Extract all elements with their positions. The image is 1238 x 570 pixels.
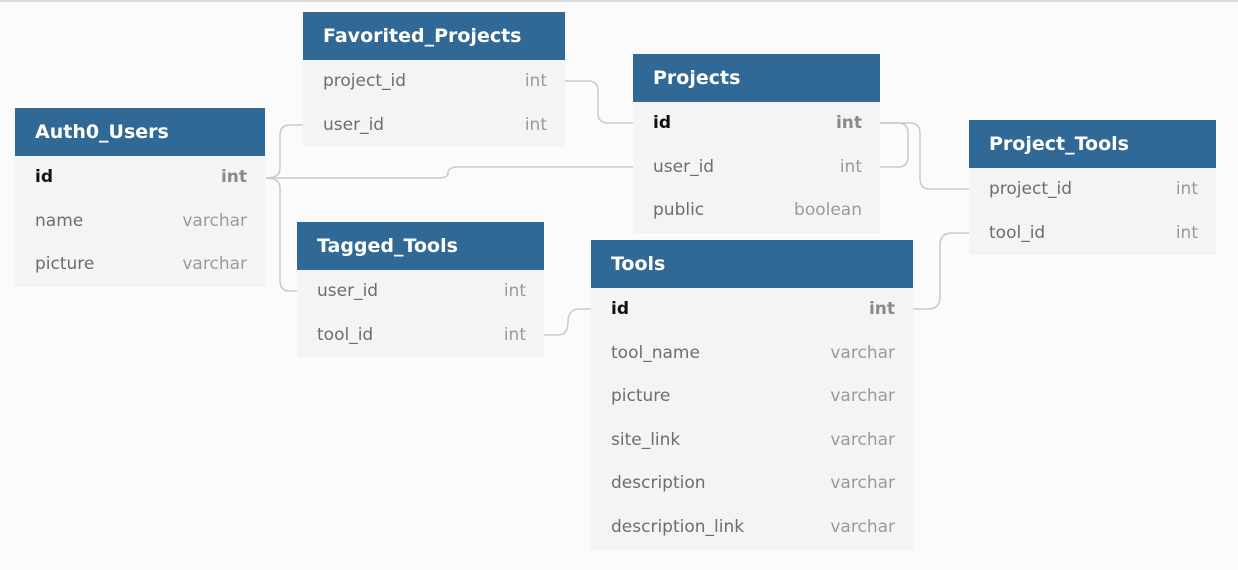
field-row[interactable]: user_id int (297, 270, 544, 314)
field-type: int (1175, 179, 1198, 199)
field-type: int (835, 113, 862, 133)
field-name: description (611, 473, 706, 494)
field-row[interactable]: id int (633, 102, 880, 146)
link-project-tools-tool-to-tools-id (913, 232, 969, 310)
field-type: int (524, 71, 547, 91)
field-name: site_link (611, 429, 681, 450)
field-row[interactable]: tool_id int (969, 212, 1216, 256)
field-row[interactable]: project_id int (303, 60, 565, 104)
field-name: id (611, 299, 629, 319)
field-name: tool_id (317, 324, 374, 345)
field-type: varchar (830, 429, 895, 450)
field-name: project_id (323, 71, 407, 91)
field-type: varchar (182, 254, 247, 275)
field-name: user_id (323, 114, 385, 135)
field-name: public (653, 200, 705, 221)
field-type: int (524, 114, 547, 135)
field-type: varchar (830, 473, 895, 494)
field-row[interactable]: project_id int (969, 168, 1216, 212)
field-name: id (35, 167, 53, 187)
field-row[interactable]: picture varchar (15, 243, 265, 287)
field-name: picture (35, 254, 95, 275)
field-type: varchar (830, 386, 895, 407)
field-row[interactable]: description varchar (591, 462, 913, 506)
table-title[interactable]: Project_Tools (969, 120, 1216, 168)
auth0-users-table[interactable]: Auth0_Users id int name varchar picture … (15, 108, 265, 287)
field-row[interactable]: name varchar (15, 200, 265, 244)
tools-table[interactable]: Tools id int tool_name varchar picture v… (591, 240, 913, 550)
favorited-projects-table[interactable]: Favorited_Projects project_id int user_i… (303, 12, 565, 148)
field-type: int (503, 324, 526, 345)
field-name: name (35, 210, 84, 231)
link-project-tools-project-to-projects-id (880, 122, 969, 190)
field-row[interactable]: site_link varchar (591, 419, 913, 463)
link-favorited-projects-user-to-auth0-users-id (265, 124, 303, 179)
field-row[interactable]: picture varchar (591, 375, 913, 419)
table-title[interactable]: Auth0_Users (15, 108, 265, 156)
field-row[interactable]: description_link varchar (591, 506, 913, 550)
link-projects-user-to-projects-id (880, 122, 909, 168)
field-name: tool_name (611, 342, 700, 363)
field-type: boolean (794, 200, 862, 221)
field-row[interactable]: tool_id int (297, 314, 544, 358)
table-title[interactable]: Tagged_Tools (297, 222, 544, 270)
field-name: user_id (653, 156, 715, 177)
table-title[interactable]: Favorited_Projects (303, 12, 565, 60)
field-name: tool_id (989, 222, 1046, 243)
tagged-tools-table[interactable]: Tagged_Tools user_id int tool_id int (297, 222, 544, 358)
link-favorited-projects-project-to-projects-id (565, 80, 633, 124)
projects-table[interactable]: Projects id int user_id int public boole… (633, 54, 880, 233)
field-row[interactable]: user_id int (303, 104, 565, 148)
field-type: int (220, 167, 247, 187)
field-row[interactable]: public boolean (633, 189, 880, 233)
table-title[interactable]: Tools (591, 240, 913, 288)
project-tools-table[interactable]: Project_Tools project_id int tool_id int (969, 120, 1216, 256)
field-row[interactable]: tool_name varchar (591, 332, 913, 376)
field-type: int (503, 281, 526, 301)
field-name: project_id (989, 179, 1073, 199)
table-title[interactable]: Projects (633, 54, 880, 102)
field-type: int (868, 299, 895, 319)
field-row[interactable]: id int (591, 288, 913, 332)
field-type: int (1175, 222, 1198, 243)
field-row[interactable]: user_id int (633, 146, 880, 190)
field-name: picture (611, 386, 671, 407)
field-name: description_link (611, 516, 745, 537)
link-projects-user-to-auth0-users-id (266, 166, 633, 179)
field-row[interactable]: id int (15, 156, 265, 200)
link-tagged-tools-user-to-auth0-users-id (265, 177, 297, 292)
field-type: int (839, 156, 862, 177)
link-tagged-tools-tool-to-tools-id (544, 308, 591, 336)
field-name: id (653, 113, 671, 133)
field-type: varchar (830, 516, 895, 537)
field-name: user_id (317, 281, 379, 301)
field-type: varchar (830, 342, 895, 363)
field-type: varchar (182, 210, 247, 231)
